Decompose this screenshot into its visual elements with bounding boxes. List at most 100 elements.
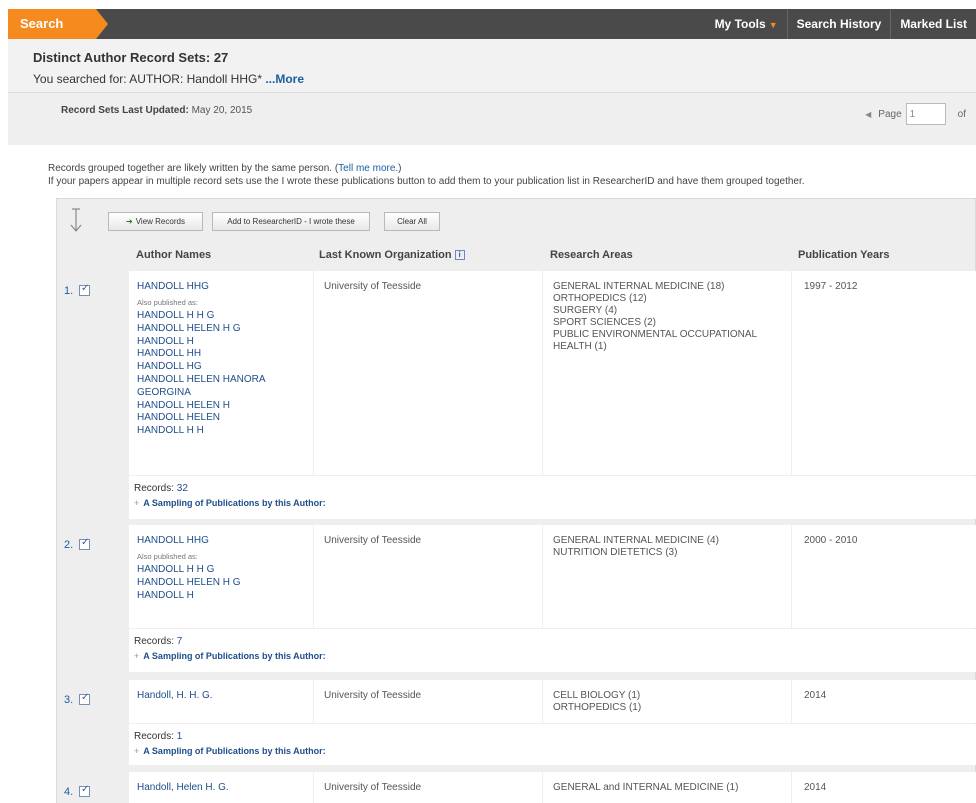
grouping-note: Records grouped together are likely writ… bbox=[48, 163, 402, 174]
records-label: Records: bbox=[134, 483, 175, 494]
research-areas-list: GENERAL INTERNAL MEDICINE (4) NUTRITION … bbox=[553, 535, 719, 559]
records-count: Records: 32 bbox=[134, 483, 188, 494]
research-area: GENERAL INTERNAL MEDICINE (18) bbox=[553, 281, 725, 292]
record-checkbox[interactable] bbox=[79, 537, 90, 550]
page-of-label: of bbox=[957, 108, 966, 120]
primary-author-name[interactable]: Handoll, Helen H. G. bbox=[137, 782, 229, 793]
record-number: 4. bbox=[64, 786, 74, 798]
organization-cell: University of Teesside bbox=[314, 525, 542, 628]
research-area: GENERAL and INTERNAL MEDICINE (1) bbox=[553, 782, 739, 793]
publication-years: 2014 bbox=[804, 690, 827, 701]
record-footer: Records: 7 + A Sampling of Publications b… bbox=[129, 629, 976, 672]
sampling-toggle[interactable]: + A Sampling of Publications by this Auth… bbox=[134, 651, 326, 661]
record-number: 3. bbox=[64, 694, 74, 706]
last-updated-value: May 20, 2015 bbox=[191, 105, 253, 116]
publication-years-cell: 1997 - 2012 bbox=[792, 271, 976, 475]
sampling-toggle[interactable]: + A Sampling of Publications by this Auth… bbox=[134, 498, 326, 508]
sampling-toggle[interactable]: + A Sampling of Publications by this Auth… bbox=[134, 746, 326, 756]
search-query-text: You searched for: AUTHOR: Handoll HHG* bbox=[33, 72, 262, 86]
alias-name: HANDOLL H H G bbox=[137, 564, 215, 575]
add-researcherid-button[interactable]: Add to ResearcherID - I wrote these bbox=[212, 212, 370, 231]
sampling-label: A Sampling of Publications by this Autho… bbox=[143, 746, 326, 756]
col-publication-years: Publication Years bbox=[798, 249, 890, 261]
previous-page-icon[interactable]: ◀ bbox=[865, 110, 871, 119]
record-checkbox[interactable] bbox=[79, 784, 90, 797]
record-checkbox[interactable] bbox=[79, 283, 90, 296]
col-last-known-org-label: Last Known Organization bbox=[319, 249, 452, 261]
research-areas-list: GENERAL INTERNAL MEDICINE (18) ORTHOPEDI… bbox=[553, 281, 757, 353]
record-number: 1. bbox=[64, 285, 74, 297]
info-icon[interactable]: i bbox=[454, 250, 465, 260]
also-published-label: Also published as: bbox=[137, 552, 198, 561]
alias-name: HANDOLL H bbox=[137, 335, 194, 347]
research-area: NUTRITION DIETETICS (3) bbox=[553, 547, 678, 558]
pager: ◀ Page of bbox=[865, 103, 966, 125]
research-areas-list: GENERAL and INTERNAL MEDICINE (1) bbox=[553, 782, 738, 794]
publication-years-cell: 2014 bbox=[792, 772, 976, 803]
view-records-label: View Records bbox=[135, 217, 185, 226]
records-label: Records: bbox=[134, 636, 175, 647]
records-count: Records: 7 bbox=[134, 636, 182, 647]
records-count-link[interactable]: 1 bbox=[177, 731, 183, 742]
col-research-areas: Research Areas bbox=[550, 249, 633, 261]
organization: University of Teesside bbox=[324, 535, 422, 546]
tell-me-more-link[interactable]: Tell me more. bbox=[338, 163, 398, 174]
author-names-cell: Handoll, H. H. G. bbox=[129, 680, 313, 723]
more-link[interactable]: ...More bbox=[265, 72, 304, 86]
col-last-known-org: Last Known Organization i bbox=[319, 249, 465, 261]
organization-cell: University of Teesside bbox=[314, 772, 542, 803]
search-tab[interactable]: Search bbox=[8, 9, 108, 39]
research-area: HEALTH (1) bbox=[553, 341, 607, 352]
research-area: PUBLIC ENVIRONMENTAL OCCUPATIONAL bbox=[553, 329, 758, 340]
research-areas-cell: GENERAL INTERNAL MEDICINE (4) NUTRITION … bbox=[543, 525, 791, 628]
record-checkbox[interactable] bbox=[79, 692, 90, 705]
records-label: Records: bbox=[134, 731, 175, 742]
chevron-down-icon: ▼ bbox=[768, 20, 778, 30]
record-number: 2. bbox=[64, 539, 74, 551]
alias-name: HANDOLL HELEN H bbox=[137, 399, 230, 411]
search-history-link[interactable]: Search History bbox=[786, 9, 891, 39]
marked-list-link[interactable]: Marked List bbox=[890, 9, 976, 39]
organization-cell: University of Teesside bbox=[314, 680, 542, 723]
record-footer: Records: 1 + A Sampling of Publications b… bbox=[129, 724, 976, 765]
alias-name: HANDOLL HELEN H G bbox=[137, 322, 241, 334]
records-count-link[interactable]: 32 bbox=[177, 483, 188, 494]
researcherid-note: If your papers appear in multiple record… bbox=[48, 176, 805, 187]
my-tools-label: My Tools bbox=[714, 17, 766, 31]
research-areas-cell: GENERAL INTERNAL MEDICINE (18) ORTHOPEDI… bbox=[543, 271, 791, 475]
research-area: CELL BIOLOGY (1) bbox=[553, 690, 641, 701]
top-nav: My Tools ▼ Search History Marked List bbox=[706, 9, 976, 39]
arrow-right-icon: ➔ bbox=[126, 217, 133, 226]
sampling-label: A Sampling of Publications by this Autho… bbox=[143, 651, 326, 661]
publication-years-cell: 2014 bbox=[792, 680, 976, 723]
research-area: GENERAL INTERNAL MEDICINE (4) bbox=[553, 535, 719, 546]
publication-years: 2000 - 2010 bbox=[804, 535, 858, 546]
alias-name: GEORGINA bbox=[137, 386, 191, 398]
publication-years-cell: 2000 - 2010 bbox=[792, 525, 976, 628]
last-updated-label: Record Sets Last Updated: bbox=[61, 105, 189, 116]
records-count-link[interactable]: 7 bbox=[177, 636, 183, 647]
page-input[interactable] bbox=[905, 103, 946, 125]
record-footer: Records: 32 + A Sampling of Publications … bbox=[129, 476, 976, 519]
alias-name: HANDOLL HH bbox=[137, 348, 202, 360]
clear-all-button[interactable]: Clear All bbox=[384, 212, 440, 231]
view-records-button[interactable]: ➔ View Records bbox=[108, 212, 203, 231]
primary-author-name[interactable]: Handoll, H. H. G. bbox=[137, 690, 213, 701]
results-panel: ➔ View Records Add to ResearcherID - I wr… bbox=[56, 198, 976, 803]
sampling-label: A Sampling of Publications by this Autho… bbox=[143, 498, 326, 508]
results-toolbar: ➔ View Records Add to ResearcherID - I wr… bbox=[57, 199, 975, 239]
col-author-names: Author Names bbox=[136, 249, 212, 261]
primary-author-name[interactable]: HANDOLL HHG bbox=[137, 281, 209, 292]
expand-icon: + bbox=[134, 746, 140, 756]
alias-name: HANDOLL H H bbox=[137, 425, 204, 437]
author-names-cell: HANDOLL HHG Also published as: HANDOLL H… bbox=[129, 271, 313, 475]
author-names-cell: Handoll, Helen H. G. bbox=[129, 772, 313, 803]
research-areas-cell: GENERAL and INTERNAL MEDICINE (1) bbox=[543, 772, 791, 803]
research-area: ORTHOPEDICS (1) bbox=[553, 702, 642, 713]
research-area: SURGERY (4) bbox=[553, 305, 618, 316]
alias-name: HANDOLL H H G bbox=[137, 310, 215, 321]
alias-name: HANDOLL H bbox=[137, 589, 194, 601]
my-tools-menu[interactable]: My Tools ▼ bbox=[706, 9, 787, 39]
alias-name: HANDOLL HG bbox=[137, 361, 202, 373]
primary-author-name[interactable]: HANDOLL HHG bbox=[137, 535, 209, 546]
